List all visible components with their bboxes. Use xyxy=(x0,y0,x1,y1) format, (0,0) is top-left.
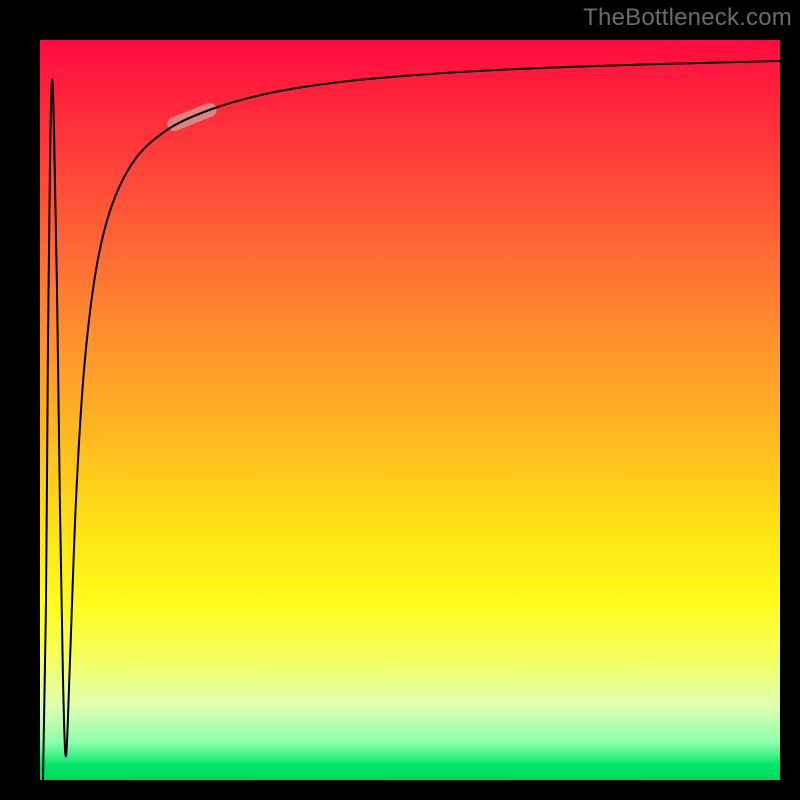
chart-frame: TheBottleneck.com xyxy=(0,0,800,800)
curve-layer xyxy=(40,40,780,780)
watermark-text: TheBottleneck.com xyxy=(583,4,792,32)
plot-area xyxy=(40,40,780,780)
bottleneck-curve xyxy=(43,61,780,780)
